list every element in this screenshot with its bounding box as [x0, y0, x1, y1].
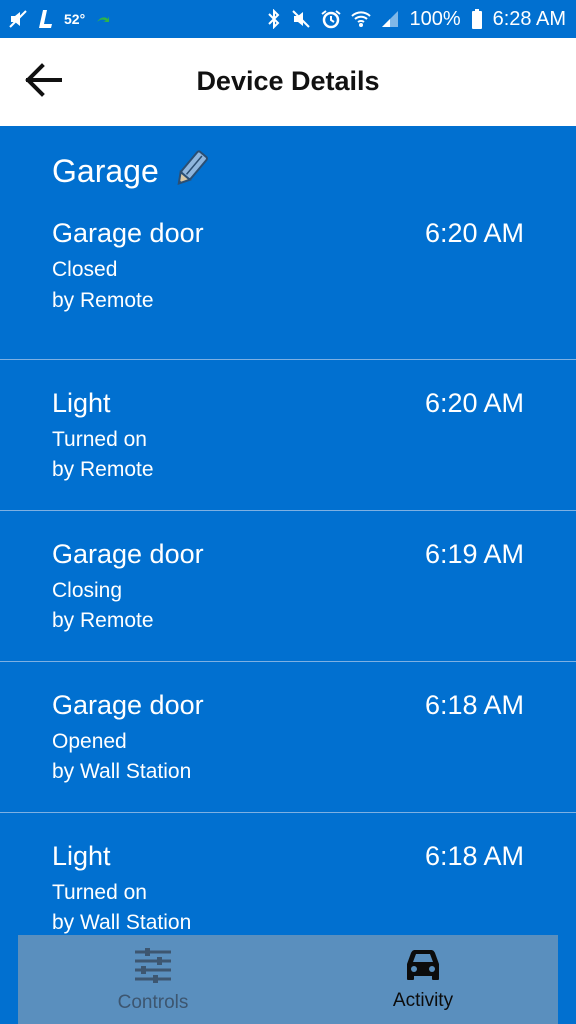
pencil-icon[interactable] [171, 148, 211, 195]
signal-icon [381, 10, 399, 28]
list-item[interactable]: Garage door 6:19 AM Closing by Remote [0, 510, 576, 661]
mute-icon [8, 9, 28, 29]
activity-status: Turned on [52, 428, 147, 451]
list-item[interactable]: Garage door 6:20 AM Closed by Remote [0, 208, 576, 359]
page-title: Device Details [196, 66, 380, 96]
temperature-text: 52° [64, 11, 86, 27]
wifi-icon [351, 10, 372, 28]
tab-activity-label: Activity [392, 990, 454, 1011]
activity-time: 6:20 AM [424, 388, 524, 418]
l-app-icon [38, 9, 54, 29]
activity-list: Garage door 6:20 AM Closed by Remote Lig… [0, 208, 576, 963]
activity-time: 6:19 AM [424, 539, 524, 569]
status-bar: 52° 100% 6:28 AM [0, 0, 576, 38]
tab-controls[interactable]: Controls [18, 935, 288, 1024]
sliders-icon [133, 947, 173, 988]
list-item[interactable]: Garage door 6:18 AM Opened by Wall Stati… [0, 661, 576, 812]
activity-source: by Remote [52, 609, 154, 632]
alarm-icon [321, 9, 342, 29]
activity-source: by Remote [52, 458, 154, 481]
car-icon [403, 947, 443, 986]
bluetooth-icon [267, 9, 281, 29]
activity-title: Garage door [52, 690, 204, 720]
list-item[interactable]: Light 6:20 AM Turned on by Remote [0, 359, 576, 510]
activity-source: by Wall Station [52, 760, 192, 783]
device-name: Garage [52, 153, 159, 189]
battery-text: 100% [409, 7, 461, 30]
tab-activity[interactable]: Activity [288, 935, 558, 1024]
tab-controls-label: Controls [117, 992, 189, 1013]
activity-content[interactable]: Garage Garage door 6:20 AM Closed by Rem… [0, 126, 576, 1024]
battery-icon [471, 9, 483, 29]
activity-status: Closing [52, 579, 123, 602]
bottom-nav: Controls Activity [18, 935, 558, 1024]
activity-title: Light [52, 388, 111, 418]
activity-time: 6:20 AM [424, 218, 524, 248]
status-left: 52° [8, 9, 111, 29]
activity-status: Closed [52, 258, 118, 281]
activity-status: Turned on [52, 881, 147, 904]
phone-forward-icon [95, 12, 111, 26]
app-header: Device Details [0, 38, 576, 126]
status-right: 100% 6:28 AM [267, 8, 566, 31]
activity-source: by Wall Station [52, 911, 192, 934]
activity-time: 6:18 AM [424, 690, 524, 720]
activity-title: Garage door [52, 218, 204, 248]
activity-title: Light [52, 841, 111, 871]
device-name-row: Garage [52, 148, 211, 195]
activity-source: by Remote [52, 289, 154, 312]
activity-time: 6:18 AM [424, 841, 524, 871]
vibrate-off-icon [291, 9, 311, 29]
activity-status: Opened [52, 730, 127, 753]
clock-text: 6:28 AM [492, 7, 566, 30]
activity-title: Garage door [52, 539, 204, 569]
